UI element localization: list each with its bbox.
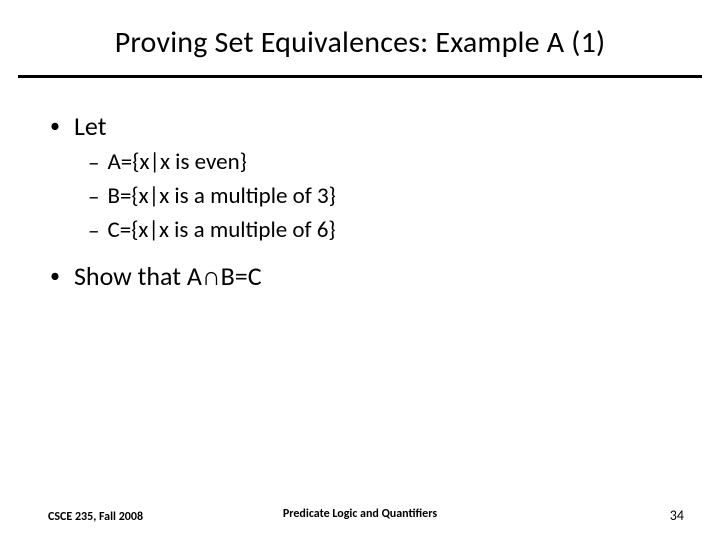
slide-footer: CSCE 235, Fall 2008 Predicate Logic and … xyxy=(0,507,720,524)
footer-center: Predicate Logic and Quantifiers xyxy=(283,507,437,521)
bullet-set-b-text: B={x|x is a multiple of 3} xyxy=(107,182,335,210)
bullet-show: • Show that A∩B=C xyxy=(48,260,672,292)
footer-page-number: 34 xyxy=(670,507,684,524)
slide-content: • Let – A={x|x is even} – B={x|x is a mu… xyxy=(0,78,720,292)
bullet-set-a-text: A={x|x is even} xyxy=(107,148,246,176)
bullet-set-b: – B={x|x is a multiple of 3} xyxy=(88,182,672,212)
bullet-dash-icon: – xyxy=(88,216,99,246)
slide: Proving Set Equivalences: Example A (1) … xyxy=(0,0,720,540)
show-prefix: Show that A xyxy=(74,260,202,292)
bullet-set-a: – A={x|x is even} xyxy=(88,148,672,178)
bullet-dash-icon: – xyxy=(88,182,99,212)
bullet-set-c: – C={x|x is a multiple of 6} xyxy=(88,216,672,246)
bullet-let-text: Let xyxy=(74,110,106,142)
footer-left: CSCE 235, Fall 2008 xyxy=(48,510,143,524)
bullet-show-text: Show that A∩B=C xyxy=(74,260,262,292)
slide-title: Proving Set Equivalences: Example A (1) xyxy=(0,24,720,75)
bullet-dot-icon: • xyxy=(50,110,60,142)
intersection-symbol: ∩ xyxy=(202,262,221,291)
show-suffix: B=C xyxy=(221,260,262,292)
bullet-let: • Let xyxy=(48,110,672,142)
bullet-dot-icon: • xyxy=(50,260,60,292)
bullet-set-c-text: C={x|x is a multiple of 6} xyxy=(107,216,335,244)
bullet-dash-icon: – xyxy=(88,148,99,178)
